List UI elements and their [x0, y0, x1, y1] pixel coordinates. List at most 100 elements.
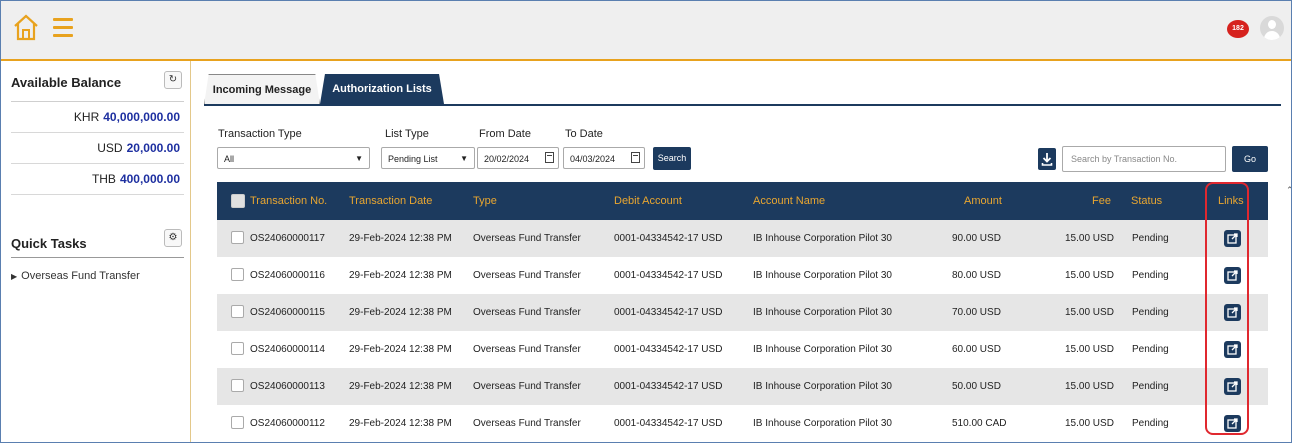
cell-status: Pending	[1132, 307, 1169, 318]
cell-transaction-no: OS24060000117	[250, 233, 325, 244]
row-checkbox[interactable]	[231, 305, 244, 318]
balance-amount: 40,000,000.00	[103, 110, 180, 124]
cell-account-name: IB Inhouse Corporation Pilot 30	[753, 307, 892, 318]
notification-count: 182	[1227, 20, 1249, 38]
header-fee[interactable]: Fee	[1092, 182, 1111, 220]
cell-type: Overseas Fund Transfer	[473, 307, 581, 318]
table-row[interactable]: OS24060000115 29-Feb-2024 12:38 PM Overs…	[217, 294, 1268, 331]
balance-row: THB 400,000.00	[11, 164, 184, 195]
cell-amount: 80.00 USD	[952, 270, 1001, 281]
row-checkbox[interactable]	[231, 268, 244, 281]
cell-status: Pending	[1132, 381, 1169, 392]
balance-row: KHR 40,000,000.00	[11, 102, 184, 133]
list-type-select[interactable]: Pending List ▼	[381, 147, 475, 169]
cell-fee: 15.00 USD	[1065, 344, 1114, 355]
cell-transaction-no: OS24060000116	[250, 270, 325, 281]
row-checkbox[interactable]	[231, 416, 244, 429]
cell-account-name: IB Inhouse Corporation Pilot 30	[753, 418, 892, 429]
cell-transaction-date: 29-Feb-2024 12:38 PM	[349, 233, 452, 244]
cell-fee: 15.00 USD	[1065, 307, 1114, 318]
chevron-down-icon: ▼	[355, 154, 363, 163]
expand-arrow-icon: ▶	[11, 272, 18, 281]
header-debit-account[interactable]: Debit Account	[614, 182, 682, 220]
hamburger-menu-icon[interactable]	[53, 18, 73, 38]
tab-authorization-lists[interactable]: Authorization Lists	[320, 74, 444, 104]
cell-transaction-date: 29-Feb-2024 12:38 PM	[349, 381, 452, 392]
table-row[interactable]: OS24060000113 29-Feb-2024 12:38 PM Overs…	[217, 368, 1268, 405]
header-amount[interactable]: Amount	[964, 182, 1002, 220]
cell-status: Pending	[1132, 270, 1169, 281]
search-button[interactable]: Search	[653, 147, 691, 170]
calendar-icon[interactable]	[545, 152, 554, 163]
balance-currency: KHR	[73, 110, 100, 124]
cell-fee: 15.00 USD	[1065, 418, 1114, 429]
home-icon[interactable]	[13, 13, 39, 41]
cell-transaction-date: 29-Feb-2024 12:38 PM	[349, 344, 452, 355]
transaction-type-value: All	[224, 154, 235, 164]
download-icon	[1041, 153, 1053, 166]
cell-transaction-no: OS24060000112	[250, 418, 325, 429]
select-all-checkbox[interactable]	[231, 194, 245, 208]
cell-amount: 510.00 CAD	[952, 418, 1007, 429]
download-button[interactable]	[1038, 148, 1056, 170]
quick-task-item[interactable]: ▶ Overseas Fund Transfer	[11, 270, 190, 282]
cell-amount: 60.00 USD	[952, 344, 1001, 355]
cell-fee: 15.00 USD	[1065, 233, 1114, 244]
cell-transaction-no: OS24060000114	[250, 344, 325, 355]
cell-debit-account: 0001-04334542-17 USD	[614, 344, 723, 355]
notification-icon[interactable]: 182	[1227, 20, 1249, 40]
transaction-type-label: Transaction Type	[218, 128, 302, 140]
row-checkbox[interactable]	[231, 379, 244, 392]
header-transaction-date[interactable]: Transaction Date	[349, 182, 432, 220]
app-window: 182 Available Balance ↻ KHR 40,000,000.00…	[0, 0, 1292, 443]
quick-task-label: Overseas Fund Transfer	[21, 270, 140, 282]
refresh-icon[interactable]: ↻	[164, 71, 182, 89]
calendar-icon[interactable]	[631, 152, 640, 163]
user-avatar-icon[interactable]	[1260, 16, 1284, 40]
go-button[interactable]: Go	[1232, 146, 1268, 172]
cell-type: Overseas Fund Transfer	[473, 381, 581, 392]
top-bar: 182	[1, 1, 1291, 61]
cell-amount: 50.00 USD	[952, 381, 1001, 392]
table-row[interactable]: OS24060000117 29-Feb-2024 12:38 PM Overs…	[217, 220, 1268, 257]
table-row[interactable]: OS24060000114 29-Feb-2024 12:38 PM Overs…	[217, 331, 1268, 368]
cell-debit-account: 0001-04334542-17 USD	[614, 418, 723, 429]
from-date-input[interactable]: 20/02/2024	[477, 147, 559, 169]
header-account-name[interactable]: Account Name	[753, 182, 825, 220]
balance-header: Available Balance ↻	[11, 61, 184, 102]
cell-amount: 90.00 USD	[952, 233, 1001, 244]
to-date-input[interactable]: 04/03/2024	[563, 147, 645, 169]
list-type-label: List Type	[385, 128, 429, 140]
balance-row: USD 20,000.00	[11, 133, 184, 164]
chevron-down-icon: ▼	[460, 154, 468, 163]
tab-incoming-message[interactable]: Incoming Message	[204, 74, 320, 105]
row-checkbox[interactable]	[231, 231, 244, 244]
cell-debit-account: 0001-04334542-17 USD	[614, 270, 723, 281]
cell-transaction-date: 29-Feb-2024 12:38 PM	[349, 418, 452, 429]
list-type-value: Pending List	[388, 154, 438, 164]
cell-debit-account: 0001-04334542-17 USD	[614, 381, 723, 392]
balance-currency: USD	[97, 141, 123, 155]
row-checkbox[interactable]	[231, 342, 244, 355]
table-header: Transaction No. Transaction Date Type De…	[217, 182, 1268, 220]
cell-status: Pending	[1132, 418, 1169, 429]
cell-type: Overseas Fund Transfer	[473, 233, 581, 244]
cell-type: Overseas Fund Transfer	[473, 270, 581, 281]
settings-icon[interactable]: ⚙	[164, 229, 182, 247]
scroll-up-arrow-icon[interactable]: ⌃	[1286, 185, 1291, 196]
header-transaction-no[interactable]: Transaction No.	[250, 182, 327, 220]
cell-account-name: IB Inhouse Corporation Pilot 30	[753, 381, 892, 392]
cell-fee: 15.00 USD	[1065, 381, 1114, 392]
from-date-value: 20/02/2024	[484, 154, 530, 164]
search-transaction-input[interactable]	[1062, 146, 1226, 172]
cell-transaction-date: 29-Feb-2024 12:38 PM	[349, 307, 452, 318]
transaction-type-select[interactable]: All ▼	[217, 147, 370, 169]
header-status[interactable]: Status	[1131, 182, 1162, 220]
cell-account-name: IB Inhouse Corporation Pilot 30	[753, 344, 892, 355]
table-row[interactable]: OS24060000116 29-Feb-2024 12:38 PM Overs…	[217, 257, 1268, 294]
balance-amount: 400,000.00	[119, 172, 180, 186]
tab-underline	[204, 104, 1281, 106]
header-type[interactable]: Type	[473, 182, 497, 220]
table-row[interactable]: OS24060000112 29-Feb-2024 12:38 PM Overs…	[217, 405, 1268, 442]
cell-transaction-no: OS24060000115	[250, 307, 325, 318]
